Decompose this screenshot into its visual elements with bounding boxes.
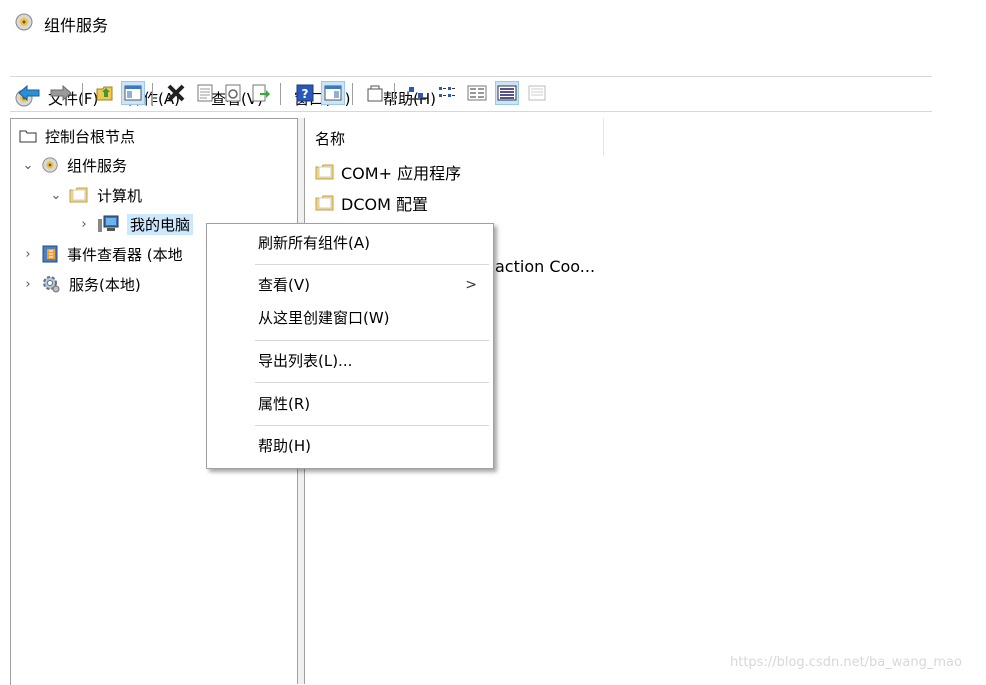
tree-node-label: 我的电脑 (127, 213, 194, 235)
component-services-icon (41, 156, 59, 174)
list-item-label: action Coo... (495, 256, 596, 276)
folder-icon (315, 195, 335, 211)
toolbar-separator (152, 83, 153, 105)
tree-node-label: 事件查看器 (本地 (67, 245, 183, 264)
folder-icon (19, 129, 37, 143)
tree-node-services[interactable]: › 服务(本地) (21, 272, 141, 296)
context-menu-item-label: 刷新所有组件(A) (258, 234, 370, 252)
column-header-name[interactable]: 名称 (305, 118, 604, 156)
event-viewer-icon (41, 245, 59, 263)
context-menu-item-label: 帮助(H) (258, 437, 311, 455)
up-folder-icon[interactable] (94, 82, 116, 104)
context-menu-export-list[interactable]: 导出列表(L)... (207, 346, 493, 376)
small-icons-view-icon[interactable] (436, 82, 458, 104)
tree-node-label: 组件服务 (67, 156, 128, 175)
tree-node-my-computer[interactable]: › 我的电脑 (77, 212, 194, 236)
tree-node-console-root[interactable]: 控制台根节点 (19, 124, 135, 148)
tree-node-event-viewer[interactable]: › 事件查看器 (本地 (21, 242, 183, 266)
tree-node-label: 服务(本地) (69, 275, 141, 294)
toolbar-separator (394, 83, 395, 105)
forward-arrow-icon[interactable] (50, 82, 72, 104)
chevron-down-icon[interactable]: ⌄ (49, 188, 63, 203)
help-icon[interactable]: ? (294, 82, 316, 104)
title-bar: 组件服务 (0, 0, 986, 42)
folder-icon (315, 164, 335, 180)
properties-icon[interactable] (194, 82, 216, 104)
chevron-down-icon[interactable]: ⌄ (21, 158, 35, 173)
svg-text:?: ? (302, 87, 309, 101)
context-menu: 刷新所有组件(A) 查看(V) > 从这里创建窗口(W) 导出列表(L)... … (206, 223, 494, 469)
component-services-icon (14, 12, 34, 36)
show-hide-action-pane-icon[interactable] (321, 81, 345, 105)
show-hide-console-tree-icon[interactable] (121, 81, 145, 105)
refresh-icon[interactable] (222, 82, 244, 104)
menu-separator (255, 382, 489, 383)
toolbar-separator (352, 83, 353, 105)
tree-node-computers[interactable]: ⌄ 计算机 (49, 183, 142, 207)
tree-node-label: 控制台根节点 (45, 127, 136, 146)
context-menu-item-label: 属性(R) (258, 395, 311, 413)
back-arrow-icon[interactable] (18, 82, 40, 104)
toolbar-separator (280, 83, 281, 105)
tree-node-component-services[interactable]: ⌄ 组件服务 (21, 153, 127, 177)
menu-bar: 文件(F) 操作(A) 查看(V) 窗口(W) 帮助(H) (0, 42, 986, 108)
list-view-icon[interactable] (466, 82, 488, 104)
gear-icon (41, 274, 61, 294)
export-list-icon[interactable] (250, 82, 272, 104)
large-icons-view-icon[interactable] (406, 82, 428, 104)
toolbar-separator (82, 83, 83, 105)
status-view-icon[interactable] (526, 82, 548, 104)
context-menu-help[interactable]: 帮助(H) (207, 431, 493, 461)
list-item-label: COM+ 应用程序 (341, 164, 462, 183)
context-menu-item-label: 查看(V) (258, 276, 310, 294)
watermark: https://blog.csdn.net/ba_wang_mao (730, 655, 962, 670)
new-window-icon[interactable] (364, 82, 386, 104)
context-menu-new-window-from-here[interactable]: 从这里创建窗口(W) (207, 303, 493, 333)
toolbar: ? (10, 76, 932, 112)
list-item[interactable]: DCOM 配置 (315, 191, 428, 215)
computer-icon (97, 215, 119, 233)
context-menu-view[interactable]: 查看(V) > (207, 270, 493, 300)
detail-view-icon[interactable] (495, 81, 519, 105)
menu-separator (255, 340, 489, 341)
list-item[interactable]: action Coo... (495, 254, 595, 278)
chevron-right-icon: > (465, 277, 477, 293)
menu-separator (255, 425, 489, 426)
window-title: 组件服务 (44, 16, 109, 35)
folder-icon (69, 187, 89, 203)
chevron-right-icon[interactable]: › (21, 277, 35, 292)
chevron-right-icon[interactable]: › (21, 247, 35, 262)
list-item[interactable]: COM+ 应用程序 (315, 160, 461, 184)
chevron-right-icon[interactable]: › (77, 217, 91, 232)
context-menu-item-label: 导出列表(L)... (258, 352, 353, 370)
column-header-label: 名称 (315, 130, 346, 148)
delete-icon[interactable] (165, 82, 187, 104)
tree-node-label: 计算机 (97, 186, 143, 205)
context-menu-item-label: 从这里创建窗口(W) (258, 309, 390, 327)
list-item-label: DCOM 配置 (341, 195, 428, 214)
context-menu-refresh-all-components[interactable]: 刷新所有组件(A) (207, 228, 493, 258)
menu-separator (255, 264, 489, 265)
context-menu-properties[interactable]: 属性(R) (207, 389, 493, 419)
